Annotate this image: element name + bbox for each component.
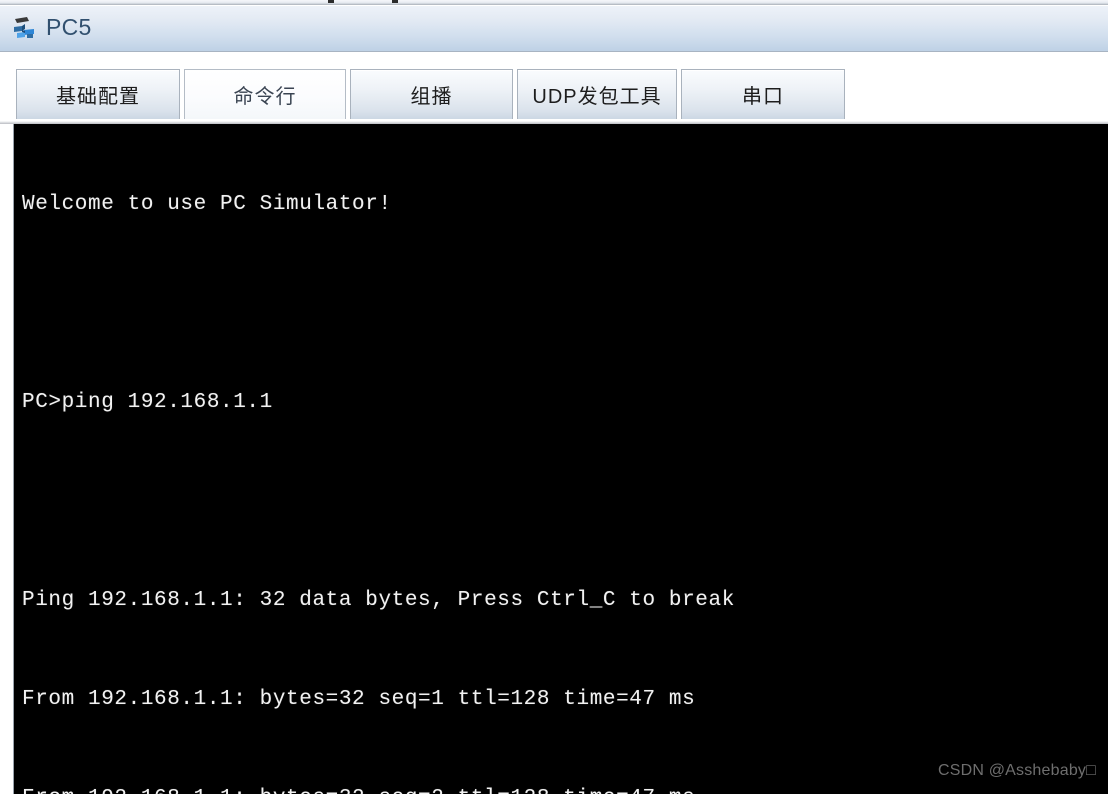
console-line: Welcome to use PC Simulator! xyxy=(22,193,392,216)
tab-label: 基础配置 xyxy=(56,86,140,108)
tab-serial-port[interactable]: 串口 xyxy=(681,69,845,119)
chrome-nub-right xyxy=(392,0,398,3)
console-line: Ping 192.168.1.1: 32 data bytes, Press C… xyxy=(22,589,735,612)
chrome-nub-left xyxy=(328,0,334,3)
console-line: From 192.168.1.1: bytes=32 seq=1 ttl=128… xyxy=(22,688,696,711)
tab-strip: 基础配置 命令行 组播 UDP发包工具 串口 xyxy=(0,53,1108,124)
tab-label: UDP发包工具 xyxy=(532,86,662,108)
console-inner-pad xyxy=(14,124,18,794)
window-titlebar: PC5 xyxy=(0,6,1108,52)
tab-basic-config[interactable]: 基础配置 xyxy=(16,69,180,119)
tab-list: 基础配置 命令行 组播 UDP发包工具 串口 xyxy=(16,69,849,119)
console-output: Welcome to use PC Simulator! PC>ping 192… xyxy=(22,124,735,794)
window-chrome-sliver xyxy=(0,0,1108,5)
watermark: CSDN @Asshebaby□ xyxy=(937,762,1096,779)
tab-label: 命令行 xyxy=(233,86,297,108)
tab-label: 组播 xyxy=(410,86,453,108)
pc-network-icon xyxy=(10,14,40,44)
window-title: PC5 xyxy=(46,14,92,40)
console-line: PC>ping 192.168.1.1 xyxy=(22,391,273,414)
console-line: From 192.168.1.1: bytes=32 seq=2 ttl=128… xyxy=(22,782,735,794)
tab-multicast[interactable]: 组播 xyxy=(350,69,513,119)
tab-command-line[interactable]: 命令行 xyxy=(184,69,346,119)
tab-label: 串口 xyxy=(742,86,784,108)
console-left-gutter xyxy=(0,124,13,794)
tab-udp-packet-tool[interactable]: UDP发包工具 xyxy=(517,69,677,119)
command-line-console[interactable]: Welcome to use PC Simulator! PC>ping 192… xyxy=(13,124,1108,794)
